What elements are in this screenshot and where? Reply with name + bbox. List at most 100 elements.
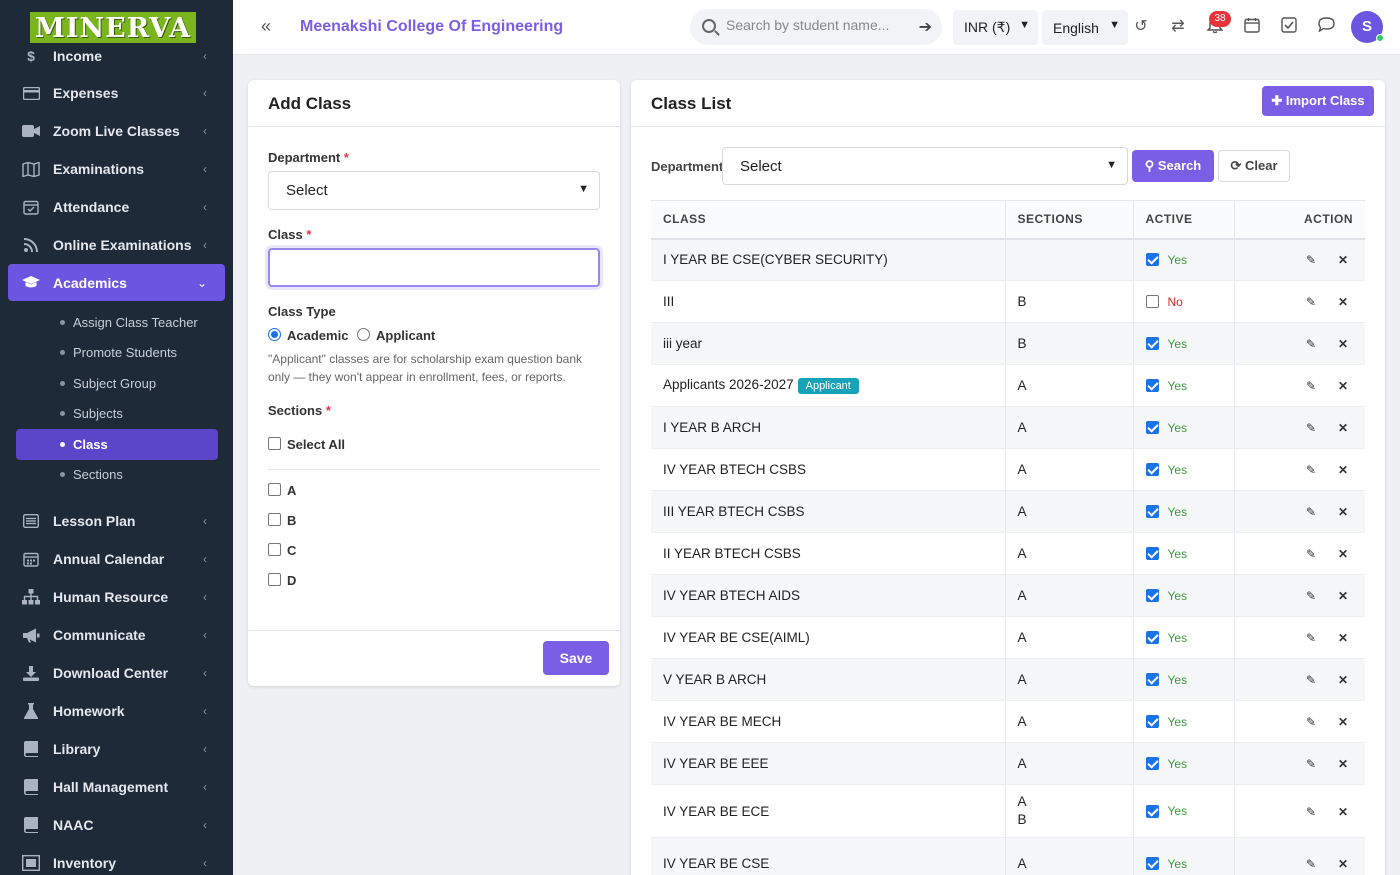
delete-icon[interactable]: ✕ — [1333, 337, 1353, 351]
task-check-icon[interactable] — [1279, 17, 1299, 37]
swap-icon[interactable]: ⇄ — [1168, 17, 1188, 37]
sidebar-item-online-exams[interactable]: Online Examinations ‹ — [0, 226, 233, 264]
class-type-applicant-radio[interactable] — [357, 328, 370, 341]
delete-icon[interactable]: ✕ — [1333, 547, 1353, 561]
section-b-checkbox[interactable] — [268, 513, 281, 526]
sidebar-subitem-subject-group[interactable]: Subject Group — [0, 368, 233, 399]
save-button[interactable]: Save — [543, 641, 609, 675]
sidebar-subitem-assign-class-teacher[interactable]: Assign Class Teacher — [0, 307, 233, 338]
table-row: I YEAR BE CSE(CYBER SECURITY) Yes ✎ ✕ — [651, 238, 1365, 281]
delete-icon[interactable]: ✕ — [1333, 505, 1353, 519]
sidebar-item-zoom[interactable]: Zoom Live Classes ‹ — [0, 112, 233, 150]
sidebar-item-academics[interactable]: Academics ⌄ — [8, 264, 225, 301]
delete-icon[interactable]: ✕ — [1333, 715, 1353, 729]
active-checkbox[interactable] — [1145, 757, 1159, 770]
delete-icon[interactable]: ✕ — [1333, 379, 1353, 393]
edit-icon[interactable]: ✎ — [1301, 337, 1321, 351]
edit-icon[interactable]: ✎ — [1301, 547, 1321, 561]
sidebar-item-communicate[interactable]: Communicate ‹ — [0, 616, 233, 654]
active-checkbox[interactable] — [1145, 337, 1159, 350]
chat-icon[interactable] — [1316, 17, 1336, 37]
delete-icon[interactable]: ✕ — [1333, 673, 1353, 687]
language-select[interactable]: English ▼ — [1042, 10, 1128, 45]
edit-icon[interactable]: ✎ — [1301, 857, 1321, 871]
delete-icon[interactable]: ✕ — [1333, 631, 1353, 645]
edit-icon[interactable]: ✎ — [1301, 295, 1321, 309]
section-a-checkbox[interactable] — [268, 483, 281, 496]
active-checkbox[interactable] — [1145, 421, 1159, 434]
search-button[interactable]: ⚲ Search — [1132, 150, 1214, 182]
sidebar-item-homework[interactable]: Homework ‹ — [0, 692, 233, 730]
sidebar-item-inventory[interactable]: Inventory ‹ — [0, 844, 233, 875]
sidebar-item-library[interactable]: Library ‹ — [0, 730, 233, 768]
active-checkbox[interactable] — [1145, 673, 1159, 686]
delete-icon[interactable]: ✕ — [1333, 589, 1353, 603]
collapse-sidebar-icon[interactable]: « — [261, 16, 271, 37]
import-class-button[interactable]: ✚ Import Class — [1262, 86, 1374, 116]
edit-icon[interactable]: ✎ — [1301, 673, 1321, 687]
active-checkbox[interactable] — [1145, 547, 1159, 560]
column-header-active[interactable]: ACTIVE — [1132, 200, 1234, 240]
select-all-checkbox[interactable] — [268, 437, 281, 450]
sidebar-subitem-promote-students[interactable]: Promote Students — [0, 338, 233, 369]
sidebar-item-human-resource[interactable]: Human Resource ‹ — [0, 578, 233, 616]
sidebar-item-hall-management[interactable]: Hall Management ‹ — [0, 768, 233, 806]
edit-icon[interactable]: ✎ — [1301, 805, 1321, 819]
column-header-sections[interactable]: SECTIONS — [1004, 200, 1133, 240]
chevron-left-icon: ‹ — [203, 856, 207, 870]
avatar[interactable]: S — [1351, 11, 1384, 43]
active-checkbox[interactable] — [1145, 715, 1159, 728]
sidebar-item-attendance[interactable]: Attendance ‹ — [0, 188, 233, 226]
edit-icon[interactable]: ✎ — [1301, 631, 1321, 645]
delete-icon[interactable]: ✕ — [1333, 757, 1353, 771]
edit-icon[interactable]: ✎ — [1301, 421, 1321, 435]
history-icon[interactable]: ↺ — [1131, 17, 1151, 37]
calendar-icon[interactable] — [1242, 17, 1262, 37]
delete-icon[interactable]: ✕ — [1333, 857, 1353, 871]
sidebar-item-download-center[interactable]: Download Center ‹ — [0, 654, 233, 692]
filter-department-select[interactable]: Select ▼ — [722, 147, 1128, 185]
section-d-checkbox[interactable] — [268, 573, 281, 586]
active-checkbox[interactable] — [1145, 857, 1159, 870]
section-c-checkbox[interactable] — [268, 543, 281, 556]
column-header-class[interactable]: CLASS — [651, 200, 1005, 240]
edit-icon[interactable]: ✎ — [1301, 757, 1321, 771]
sidebar-item-naac[interactable]: NAAC ‹ — [0, 806, 233, 844]
class-type-academic-radio[interactable] — [268, 328, 281, 341]
active-checkbox[interactable] — [1145, 253, 1159, 267]
active-checkbox[interactable] — [1145, 631, 1159, 644]
student-search-input[interactable] — [726, 17, 906, 33]
sidebar-item-exams[interactable]: Examinations ‹ — [0, 150, 233, 188]
sidebar-subitem-class[interactable]: Class — [16, 429, 218, 460]
sidebar-item-expenses[interactable]: Expenses ‹ — [0, 74, 233, 112]
clear-button[interactable]: ⟳ Clear — [1218, 150, 1290, 182]
sidebar-item-annual-calendar[interactable]: Annual Calendar ‹ — [0, 540, 233, 578]
logo[interactable]: MINERVA — [0, 0, 233, 48]
edit-icon[interactable]: ✎ — [1301, 253, 1321, 267]
edit-icon[interactable]: ✎ — [1301, 505, 1321, 519]
arrow-right-icon[interactable]: ➔ — [919, 17, 932, 37]
delete-icon[interactable]: ✕ — [1333, 805, 1353, 819]
notification-badge: 38 — [1209, 11, 1231, 27]
edit-icon[interactable]: ✎ — [1301, 589, 1321, 603]
active-checkbox[interactable] — [1145, 379, 1159, 392]
sidebar-subitem-sections[interactable]: Sections — [0, 460, 233, 491]
currency-select[interactable]: INR (₹) ▼ — [953, 10, 1038, 45]
delete-icon[interactable]: ✕ — [1333, 295, 1353, 309]
delete-icon[interactable]: ✕ — [1333, 253, 1353, 267]
sidebar-item-lesson-plan[interactable]: Lesson Plan ‹ — [0, 502, 233, 540]
department-select[interactable]: Select ▼ — [268, 171, 600, 210]
section-value: A — [1017, 503, 1027, 519]
active-checkbox[interactable] — [1145, 804, 1159, 818]
edit-icon[interactable]: ✎ — [1301, 463, 1321, 477]
edit-icon[interactable]: ✎ — [1301, 715, 1321, 729]
active-checkbox[interactable] — [1145, 589, 1159, 602]
edit-icon[interactable]: ✎ — [1301, 379, 1321, 393]
class-name-input[interactable] — [268, 248, 600, 287]
active-checkbox[interactable] — [1145, 505, 1159, 518]
delete-icon[interactable]: ✕ — [1333, 463, 1353, 477]
sidebar-subitem-subjects[interactable]: Subjects — [0, 399, 233, 430]
active-checkbox[interactable] — [1145, 463, 1159, 476]
delete-icon[interactable]: ✕ — [1333, 421, 1353, 435]
active-checkbox[interactable] — [1145, 295, 1159, 308]
